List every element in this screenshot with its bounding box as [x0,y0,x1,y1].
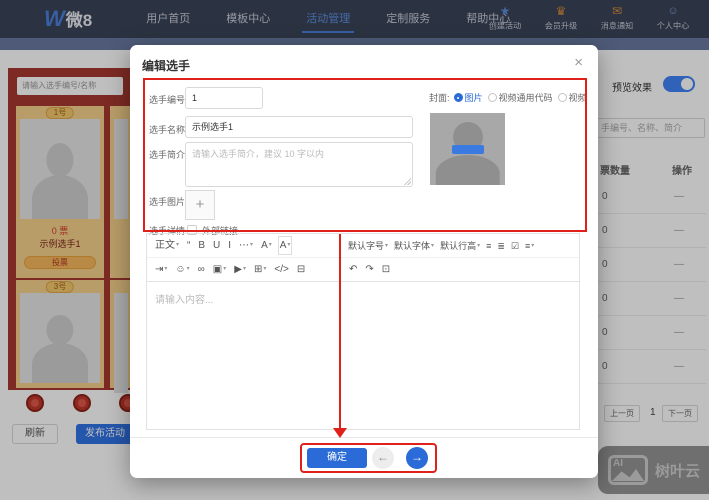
player-number-label: 选手编号 [149,93,185,106]
paragraph-style-button[interactable]: 正文▾ [151,234,183,257]
divider-button[interactable]: ⊟ [293,259,309,281]
cover-option-label: 视频通用代码 [499,91,553,104]
emoji-button[interactable]: ☺▾ [171,258,193,281]
rich-text-editor: 正文▾“BUI⋯▾A▾A▾ 默认字号▾默认字体▾默认行高▾≡≣☑≡▾ ⇥▾☺▾∞… [146,233,580,430]
ordered-list-button[interactable]: ≣ [494,235,508,257]
more-style-button[interactable]: ⋯▾ [235,234,257,257]
upload-image-button[interactable]: + [185,190,215,220]
italic-button[interactable]: I [224,235,235,257]
font-size-select[interactable]: 默认字号▾ [345,235,391,257]
highlight-color-button[interactable]: A▾ [276,234,295,257]
image-button[interactable]: ▣▾ [209,258,230,281]
undo-button[interactable]: ↶ [345,259,361,281]
resize-grip[interactable] [403,177,411,185]
code-button[interactable]: </> [270,259,292,281]
editor-placeholder: 请输入内容... [155,291,213,306]
radio-icon [558,93,567,102]
caret-down-icon: ▾ [269,242,272,248]
caret-down-icon: ▾ [164,266,167,272]
cover-option-0[interactable]: 图片 [454,91,483,104]
underline-button[interactable]: U [209,235,224,257]
edit-player-modal: 编辑选手 × 选手编号 1 选手名称 示例选手1 选手简介 请输入选手简介，建议… [130,45,598,478]
ai-label: AI [613,458,623,469]
align-button[interactable]: ≡▾ [522,235,537,257]
player-intro-textarea[interactable]: 请输入选手简介，建议 10 字以内 [185,142,413,187]
cover-option-label: 视频 [569,91,587,104]
radio-selected-icon [454,93,463,102]
line-height-select[interactable]: 默认行高▾ [437,235,483,257]
prev-arrow-button[interactable]: ← [372,447,394,469]
avatar-watermark-bar [452,145,484,154]
close-icon[interactable]: × [574,54,583,71]
cover-option-1[interactable]: 视频通用代码 [488,91,553,104]
fullscreen-button[interactable]: ⊡ [378,259,394,281]
font-family-select[interactable]: 默认字体▾ [391,235,437,257]
player-intro-label: 选手简介 [149,148,185,161]
player-image-label: 选手图片 [149,195,185,208]
bold-button[interactable]: B [194,235,209,257]
caret-down-icon: ▾ [431,243,434,249]
watermark-brand: 树叶云 [655,460,700,481]
player-name-label: 选手名称 [149,123,185,136]
caret-down-icon: ▾ [250,242,253,248]
cover-image-preview[interactable] [430,113,505,185]
caret-down-icon: ▾ [223,266,226,272]
blockquote-button[interactable]: “ [183,235,194,257]
cover-option-2[interactable]: 视频 [558,91,587,104]
cover-label: 封面: [429,91,450,104]
todo-list-button[interactable]: ☑ [508,235,522,257]
next-arrow-button[interactable]: → [406,447,428,469]
cover-type-row: 封面: 图片 视频通用代码 视频 [429,91,592,104]
cover-options: 图片 视频通用代码 视频 [454,91,592,104]
caret-down-icon: ▾ [477,243,480,249]
ai-image-icon: AI [608,455,648,485]
watermark: AI 树叶云 [598,446,709,494]
cover-option-label: 图片 [465,91,483,104]
screenshot-stage: W 微8 用户首页模板中心活动管理定制服务帮助中心 ★创建活动♛会员升级✉消息通… [0,0,709,500]
mountain-icon [612,469,644,481]
caret-down-icon: ▾ [531,243,534,249]
link-button[interactable]: ∞ [194,259,209,281]
footer-divider [130,437,598,438]
caret-down-icon: ▾ [176,242,179,248]
caret-down-icon: ▾ [263,266,266,272]
table-button[interactable]: ⊞▾ [250,258,270,281]
redo-button[interactable]: ↷ [361,259,377,281]
video-button[interactable]: ▶▾ [230,258,250,281]
indent-button[interactable]: ⇥▾ [151,258,171,281]
confirm-button[interactable]: 确定 [307,448,367,468]
editor-content-area[interactable]: 请输入内容... [147,282,579,429]
modal-title: 编辑选手 [142,57,190,74]
bullet-list-button[interactable]: ≡ [483,235,494,257]
player-name-input[interactable]: 示例选手1 [185,116,413,138]
caret-down-icon: ▾ [287,242,290,248]
editor-toolbar-row-1: 正文▾“BUI⋯▾A▾A▾ 默认字号▾默认字体▾默认行高▾≡≣☑≡▾ [147,234,579,258]
caret-down-icon: ▾ [187,266,190,272]
caret-down-icon: ▾ [385,243,388,249]
player-number-input[interactable]: 1 [185,87,263,109]
editor-toolbar-row-2: ⇥▾☺▾∞▣▾▶▾⊞▾</>⊟ ↶↷⊡ [147,258,579,282]
radio-icon [488,93,497,102]
intro-placeholder: 请输入选手简介，建议 10 字以内 [192,149,324,159]
font-color-button[interactable]: A▾ [257,234,276,257]
caret-down-icon: ▾ [243,266,246,272]
